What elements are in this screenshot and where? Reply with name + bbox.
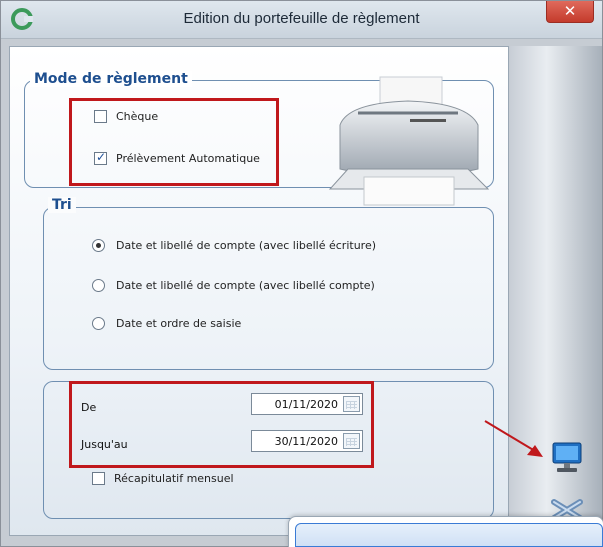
payment-mode-highlight [69, 98, 279, 186]
sort-option-1-label: Date et libellé de compte (avec libellé … [116, 239, 377, 252]
dialog-window: Edition du portefeuille de règlement ✕ M… [0, 0, 603, 547]
sort-option-2-label: Date et libellé de compte (avec libellé … [116, 279, 375, 292]
sort-legend: Tri [48, 197, 76, 213]
monthly-summary-checkbox[interactable] [92, 472, 105, 485]
overlay-popup-inner [295, 523, 603, 547]
window-title: Edition du portefeuille de règlement [183, 10, 420, 27]
arrow-icon [484, 420, 543, 457]
sort-option-entry-label[interactable]: Date et libellé de compte (avec libellé … [92, 239, 376, 252]
payment-mode-legend: Mode de règlement [30, 71, 192, 87]
sort-option-account-label[interactable]: Date et libellé de compte (avec libellé … [92, 279, 375, 292]
sort-option-3-label: Date et ordre de saisie [116, 317, 242, 330]
screen-preview-icon[interactable] [550, 440, 584, 474]
printer-icon [328, 76, 490, 206]
action-sidebar [510, 46, 602, 536]
dialog-body: Mode de règlement Chèque Prélèvement Aut… [9, 46, 509, 536]
sort-radio-3[interactable] [92, 317, 105, 330]
monthly-summary-label: Récapitulatif mensuel [114, 472, 234, 485]
sort-radio-2[interactable] [92, 279, 105, 292]
period-highlight [69, 381, 374, 468]
sort-radio-1[interactable] [92, 239, 105, 252]
sort-option-entry-order[interactable]: Date et ordre de saisie [92, 317, 241, 330]
overlay-popup [288, 516, 603, 547]
monthly-summary-option[interactable]: Récapitulatif mensuel [92, 472, 234, 485]
title-bar: Edition du portefeuille de règlement ✕ [1, 1, 602, 39]
close-button[interactable]: ✕ [546, 1, 594, 23]
